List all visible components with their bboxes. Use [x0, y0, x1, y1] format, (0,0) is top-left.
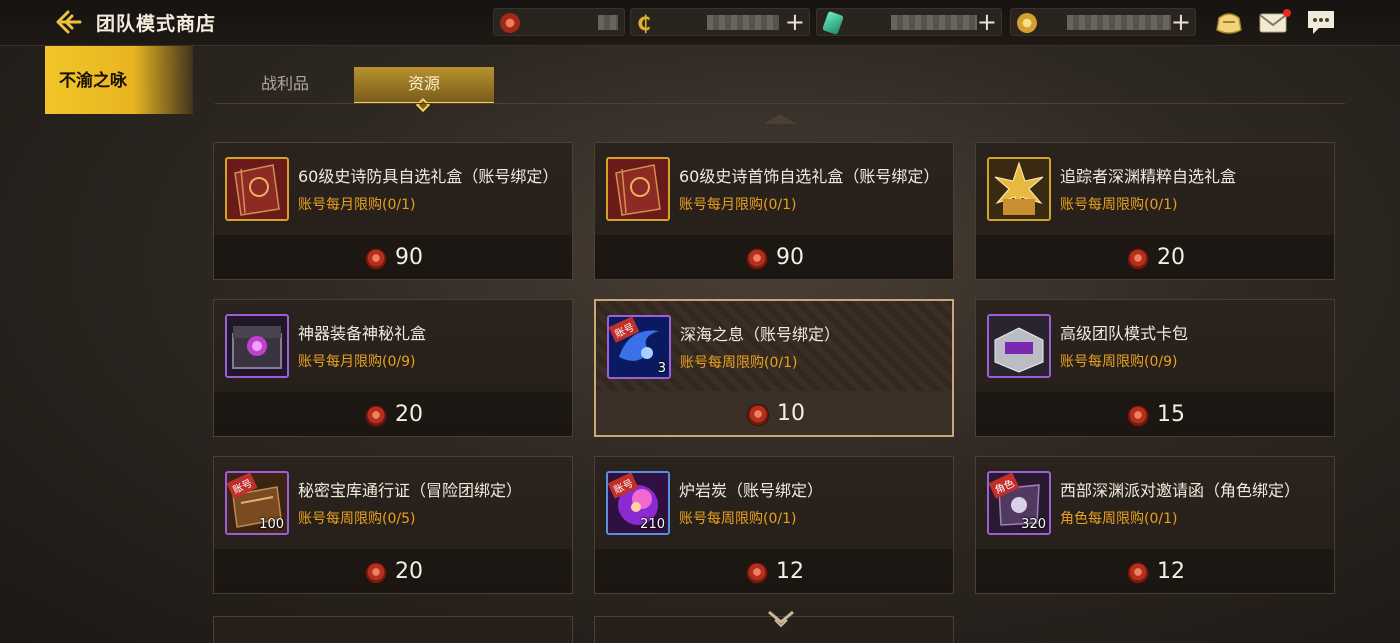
- tab-divider: [215, 103, 1345, 104]
- item-name: 深海之息（账号绑定）: [680, 325, 841, 344]
- list-item-partial: [213, 616, 573, 643]
- currency-gold-c: ₵ +: [630, 8, 810, 36]
- purchase-limit: 账号每月限购(0/1): [679, 197, 797, 213]
- shop-item-card[interactable]: 60级史诗防具自选礼盒（账号绑定） 账号每月限购(0/1) 90: [213, 142, 573, 280]
- crystal-icon: [822, 10, 844, 36]
- purchase-limit: 角色每周限购(0/1): [1060, 511, 1178, 527]
- purple-chest-icon: [225, 314, 289, 378]
- price-bar: 90: [595, 235, 953, 279]
- price-bar: 15: [976, 392, 1334, 436]
- purchase-limit: 账号每周限购(0/1): [679, 511, 797, 527]
- shop-item-card[interactable]: 神器装备神秘礼盒 账号每月限购(0/9) 20: [213, 299, 573, 437]
- purchase-limit: 账号每周限购(0/1): [1060, 197, 1178, 213]
- redacted-value: [891, 15, 977, 30]
- shop-item-card[interactable]: 账号 100 秘密宝库通行证（冒险团绑定） 账号每周限购(0/5) 20: [213, 456, 573, 594]
- item-name: 西部深渊派对邀请函（角色绑定）: [1060, 481, 1301, 500]
- shop-item-card[interactable]: 账号 210 炉岩炭（账号绑定） 账号每周限购(0/1) 12: [594, 456, 954, 594]
- item-quantity: 210: [640, 517, 665, 532]
- team-coin-icon: [500, 13, 520, 33]
- item-price: 12: [1157, 559, 1185, 584]
- price-bar: 20: [976, 235, 1334, 279]
- currency-team-coin: [493, 8, 625, 36]
- price-bar: 20: [214, 392, 572, 436]
- golden-flower-box-icon: [987, 157, 1051, 221]
- side-tab-active[interactable]: 不渝之咏: [45, 46, 193, 114]
- item-name: 60级史诗首饰自选礼盒（账号绑定）: [679, 167, 940, 186]
- gold-c-icon: ₵: [637, 11, 651, 35]
- tab-resources[interactable]: 资源: [354, 67, 494, 113]
- purchase-limit: 账号每周限购(0/9): [1060, 354, 1178, 370]
- back-arrow-icon[interactable]: [54, 9, 82, 35]
- team-coin-icon: [365, 248, 387, 270]
- price-bar: 90: [214, 235, 572, 279]
- page-title: 团队模式商店: [96, 13, 217, 35]
- pass-book-icon: 账号 100: [225, 471, 289, 535]
- item-quantity: 3: [657, 361, 666, 376]
- price-bar: 10: [596, 391, 952, 435]
- item-price: 20: [395, 559, 423, 584]
- team-coin-icon: [746, 248, 768, 270]
- add-gold-button[interactable]: +: [785, 9, 805, 35]
- team-coin-icon: [365, 405, 387, 427]
- price-bar: 12: [976, 549, 1334, 593]
- red-gift-box-icon: [225, 157, 289, 221]
- currency-crystal: +: [816, 8, 1002, 36]
- redacted-value: [707, 15, 779, 30]
- lava-coal-icon: 账号 210: [606, 471, 670, 535]
- item-quantity: 100: [259, 517, 284, 532]
- purchase-limit: 账号每周限购(0/1): [680, 355, 798, 371]
- bag-icon[interactable]: [1213, 8, 1245, 36]
- shop-item-card[interactable]: 账号 3 深海之息（账号绑定） 账号每周限购(0/1) 10: [594, 299, 954, 437]
- add-gold-coin-button[interactable]: +: [1171, 9, 1191, 35]
- team-coin-icon: [1127, 248, 1149, 270]
- redacted-value: [598, 15, 618, 30]
- item-price: 12: [776, 559, 804, 584]
- add-crystal-button[interactable]: +: [977, 9, 997, 35]
- item-price: 10: [777, 401, 805, 426]
- item-price: 90: [395, 245, 423, 270]
- scroll-down-arrow-icon[interactable]: [765, 608, 797, 636]
- shop-item-card[interactable]: 60级史诗首饰自选礼盒（账号绑定） 账号每月限购(0/1) 90: [594, 142, 954, 280]
- purchase-limit: 账号每月限购(0/1): [298, 197, 416, 213]
- price-bar: 20: [214, 549, 572, 593]
- tab-loot[interactable]: 战利品: [215, 67, 355, 104]
- price-bar: 12: [595, 549, 953, 593]
- team-coin-icon: [746, 562, 768, 584]
- item-quantity: 320: [1021, 517, 1046, 532]
- shop-item-card[interactable]: 追踪者深渊精粹自选礼盒 账号每周限购(0/1) 20: [975, 142, 1335, 280]
- team-coin-icon: [365, 562, 387, 584]
- invitation-icon: 角色 320: [987, 471, 1051, 535]
- item-name: 神器装备神秘礼盒: [298, 324, 427, 343]
- redacted-value: [1067, 15, 1171, 30]
- item-name: 秘密宝库通行证（冒险团绑定）: [298, 481, 523, 500]
- item-price: 20: [1157, 245, 1185, 270]
- top-bar: 团队模式商店 ₵ + + +: [0, 0, 1400, 46]
- team-coin-icon: [1127, 562, 1149, 584]
- team-coin-icon: [747, 404, 769, 426]
- mail-icon[interactable]: [1258, 8, 1291, 36]
- shop-item-card[interactable]: 高级团队模式卡包 账号每周限购(0/9) 15: [975, 299, 1335, 437]
- team-coin-icon: [1127, 405, 1149, 427]
- item-price: 90: [776, 245, 804, 270]
- item-name: 高级团队模式卡包: [1060, 324, 1189, 343]
- item-price: 20: [395, 402, 423, 427]
- scroll-up-arrow-icon: [764, 114, 796, 124]
- active-tab-marker-icon: [415, 97, 431, 113]
- currency-gold-coin: +: [1010, 8, 1196, 36]
- shop-item-card[interactable]: 角色 320 西部深渊派对邀请函（角色绑定） 角色每周限购(0/1) 12: [975, 456, 1335, 594]
- item-price: 15: [1157, 402, 1185, 427]
- item-name: 追踪者深渊精粹自选礼盒: [1060, 167, 1237, 186]
- gold-coin-icon: [1017, 13, 1037, 33]
- item-name: 炉岩炭（账号绑定）: [679, 481, 824, 500]
- red-gift-box-icon: [606, 157, 670, 221]
- purchase-limit: 账号每周限购(0/5): [298, 511, 416, 527]
- tab-resources-label: 资源: [407, 74, 440, 93]
- chat-icon[interactable]: [1305, 8, 1337, 36]
- item-name: 60级史诗防具自选礼盒（账号绑定）: [298, 167, 559, 186]
- card-pack-icon: [987, 314, 1051, 378]
- purchase-limit: 账号每月限购(0/9): [298, 354, 416, 370]
- blue-swirl-icon: 账号 3: [607, 315, 671, 379]
